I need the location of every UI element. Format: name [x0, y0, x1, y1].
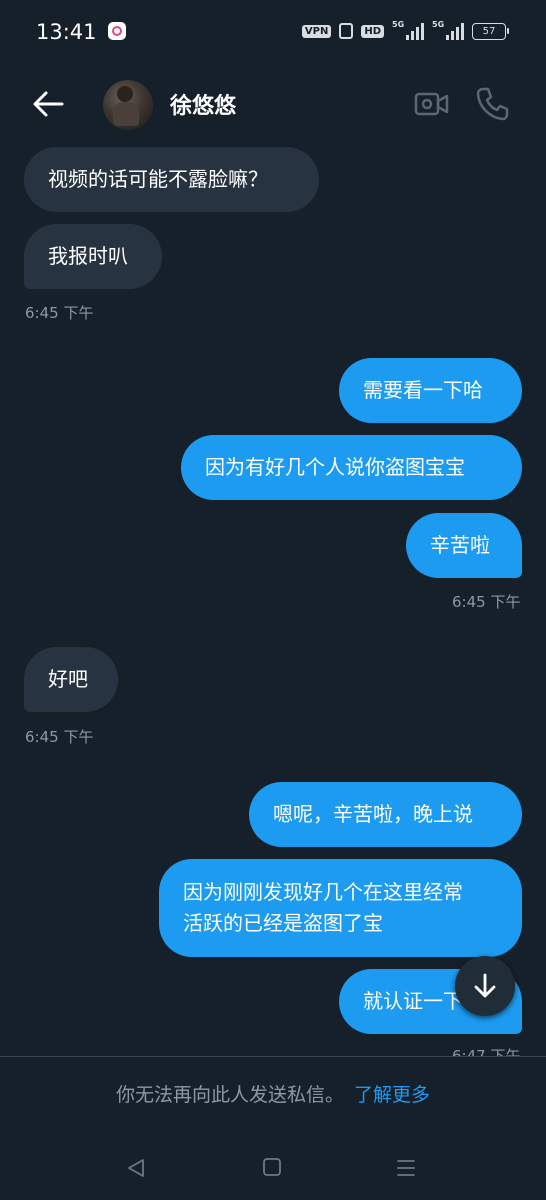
- back-button[interactable]: [26, 82, 70, 126]
- dm-disabled-notice: 你无法再向此人发送私信。 了解更多: [0, 1080, 546, 1107]
- sent-message[interactable]: 因为有好几个人说你盗图宝宝: [181, 435, 522, 500]
- menu-icon: [397, 1160, 415, 1176]
- battery-icon: 57: [472, 22, 509, 40]
- phone-icon: [476, 87, 509, 121]
- sent-message[interactable]: 因为刚刚发现好几个在这里经常 活跃的已经是盗图了宝: [159, 859, 522, 957]
- message-line: 活跃的已经是盗图了宝: [183, 911, 383, 935]
- message-timestamp: 6:45 下午: [25, 728, 94, 746]
- chat-header: 徐悠悠: [0, 70, 546, 138]
- message-list[interactable]: 视频的话可能不露脸嘛？ 我报时叭 6:45 下午 需要看一下哈 因为有好几个人说…: [0, 140, 546, 1056]
- status-time: 13:41: [36, 20, 97, 44]
- notice-text: 你无法再向此人发送私信。: [115, 1084, 344, 1106]
- nav-recents-button[interactable]: [394, 1156, 418, 1180]
- received-message[interactable]: 我报时叭: [24, 224, 162, 289]
- nav-back-button[interactable]: [124, 1156, 148, 1180]
- arrow-down-icon: [474, 973, 496, 998]
- sent-message[interactable]: 需要看一下哈: [339, 358, 522, 423]
- app-notification-icon: [108, 22, 126, 40]
- signal-icon: 5G: [392, 20, 424, 40]
- nav-home-button[interactable]: [261, 1156, 283, 1178]
- scroll-to-bottom-button[interactable]: [455, 956, 515, 1016]
- vpn-icon: VPN: [301, 24, 332, 38]
- square-home-icon: [263, 1158, 281, 1176]
- video-call-icon: [414, 92, 449, 116]
- received-message[interactable]: 视频的话可能不露脸嘛？: [24, 147, 319, 212]
- vibrate-icon: [339, 23, 354, 39]
- contact-name[interactable]: 徐悠悠: [170, 88, 236, 120]
- status-bar: 13:41 VPN HD 5G 5G 57: [0, 0, 546, 64]
- received-message[interactable]: 好吧: [24, 647, 118, 712]
- message-line: 因为刚刚发现好几个在这里经常: [183, 880, 463, 904]
- avatar[interactable]: [103, 80, 153, 130]
- message-timestamp: 6:47 下午: [452, 1047, 521, 1056]
- status-icons: VPN HD 5G 5G 57: [301, 20, 509, 40]
- message-timestamp: 6:45 下午: [25, 304, 94, 322]
- message-timestamp: 6:45 下午: [452, 593, 521, 611]
- system-nav-bar: [0, 1140, 546, 1200]
- signal-icon: 5G: [432, 20, 464, 40]
- phone-call-button[interactable]: [472, 84, 512, 124]
- back-arrow-icon: [33, 91, 64, 117]
- sent-message[interactable]: 辛苦啦: [406, 513, 522, 578]
- video-call-button[interactable]: [412, 84, 452, 124]
- composer-divider: [0, 1056, 546, 1057]
- hd-icon: HD: [361, 24, 384, 38]
- learn-more-link[interactable]: 了解更多: [354, 1084, 430, 1106]
- triangle-back-icon: [128, 1159, 144, 1177]
- sent-message[interactable]: 嗯呢，辛苦啦，晚上说: [249, 782, 522, 847]
